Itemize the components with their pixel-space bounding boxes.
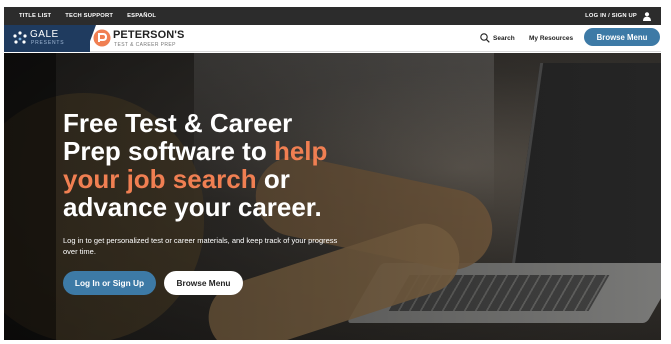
user-icon[interactable] — [643, 11, 651, 21]
my-resources-link[interactable]: My Resources — [529, 35, 573, 42]
hero-headline: Free Test & Career Prep software to help… — [63, 109, 363, 221]
login-signup-link[interactable]: LOG IN / SIGN UP — [585, 13, 637, 19]
main-header: GALE PRESENTS PETERSON'S TEST & CAREER P… — [4, 25, 661, 52]
title-list-link[interactable]: TITLE LIST — [19, 13, 51, 19]
gale-brand[interactable]: GALE PRESENTS — [4, 25, 90, 52]
hero-section: Free Test & Career Prep software to help… — [4, 53, 661, 340]
headline-line-1: Free Test & Career — [63, 108, 293, 138]
login-signup-button[interactable]: Log In or Sign Up — [63, 271, 156, 295]
utility-bar: TITLE LIST TECH SUPPORT ESPAÑOL LOG IN /… — [4, 7, 661, 25]
account-area: LOG IN / SIGN UP — [585, 11, 661, 21]
gale-presents: PRESENTS — [31, 40, 65, 46]
search-label: Search — [493, 34, 515, 42]
hero-description: Log in to get personalized test or caree… — [63, 236, 338, 256]
search-button[interactable]: Search — [480, 33, 515, 43]
headline-line-2: Prep software to — [63, 136, 274, 166]
page-frame: TITLE LIST TECH SUPPORT ESPAÑOL LOG IN /… — [4, 7, 661, 340]
petersons-logo-icon — [93, 29, 111, 47]
hero-browse-menu-button[interactable]: Browse Menu — [164, 271, 243, 295]
gale-name: GALE — [30, 29, 59, 40]
headline-accent-job-search: your job search — [63, 164, 257, 194]
headline-line-3: or — [256, 164, 290, 194]
tech-support-link[interactable]: TECH SUPPORT — [65, 13, 113, 19]
search-icon — [480, 33, 490, 43]
espanol-link[interactable]: ESPAÑOL — [127, 13, 156, 19]
petersons-name[interactable]: PETERSON'S — [113, 29, 184, 41]
petersons-tagline: TEST & CAREER PREP — [114, 42, 176, 48]
browse-menu-button[interactable]: Browse Menu — [584, 28, 660, 46]
headline-accent-help: help — [273, 136, 328, 166]
gale-logo-icon — [13, 31, 27, 44]
headline-line-4: advance your career. — [63, 192, 322, 222]
hero-left-shadow — [4, 53, 56, 340]
